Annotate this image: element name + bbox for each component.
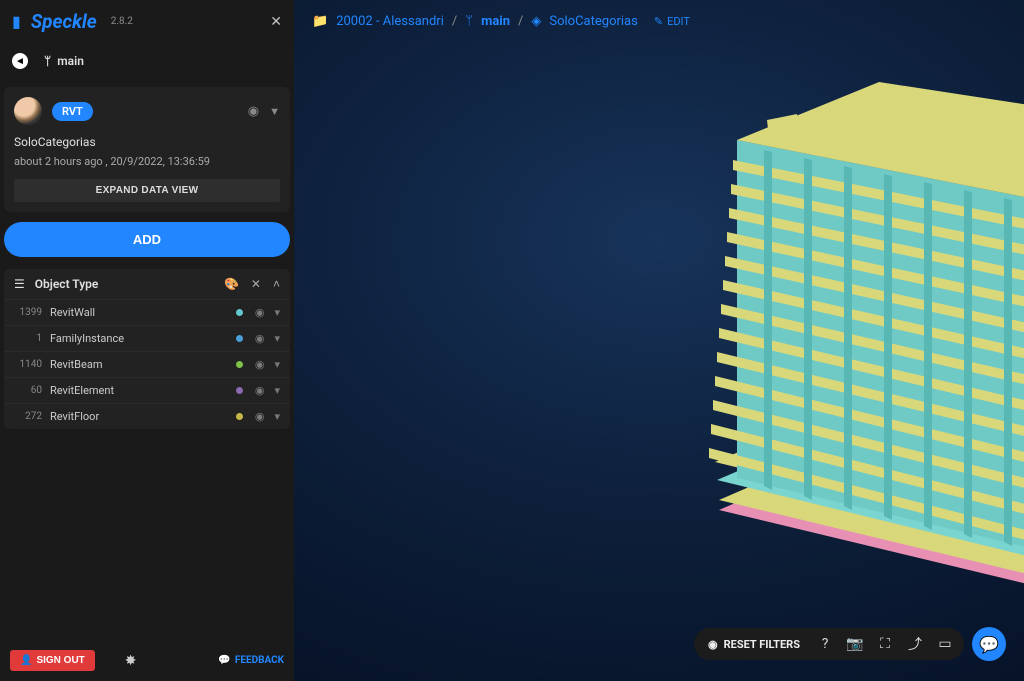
- reset-filters-button[interactable]: ◉ RESET FILTERS: [702, 636, 806, 653]
- commit-head: RVT ◉ ▼: [14, 97, 280, 125]
- color-dot: [236, 335, 243, 342]
- add-button[interactable]: ADD: [4, 222, 290, 257]
- type-count: 272: [14, 411, 42, 422]
- color-dot: [236, 387, 243, 394]
- breadcrumb-project[interactable]: 20002 - Alessandri: [336, 14, 444, 29]
- type-count: 1: [14, 333, 42, 344]
- eye-icon[interactable]: ◉: [255, 384, 265, 397]
- type-count: 1399: [14, 307, 42, 318]
- type-row[interactable]: 272 RevitFloor ◉ ▾: [4, 403, 290, 429]
- branch-name: main: [57, 54, 84, 68]
- color-dot: [236, 309, 243, 316]
- edit-link[interactable]: ✎ EDIT: [654, 15, 690, 28]
- chevron-up-icon[interactable]: ˄: [273, 277, 280, 291]
- sidebar-header: ▮ Speckle 2.8.2 ✕: [0, 0, 294, 43]
- share-icon[interactable]: ⤴: [904, 634, 926, 654]
- avatar[interactable]: [14, 97, 42, 125]
- type-count: 1140: [14, 359, 42, 370]
- help-icon[interactable]: ?: [814, 636, 836, 652]
- source-chip[interactable]: RVT: [52, 102, 93, 121]
- branch-fork-icon: ᛘ: [44, 54, 51, 68]
- breadcrumb-sep: /: [452, 14, 457, 29]
- filter-icon[interactable]: ▾: [274, 358, 280, 371]
- chat-icon: 💬: [218, 655, 230, 666]
- color-dot: [236, 361, 243, 368]
- filter-icon[interactable]: ▾: [274, 410, 280, 423]
- filter-list-icon[interactable]: ☰: [14, 277, 25, 291]
- pencil-icon: ✎: [654, 15, 663, 28]
- signout-button[interactable]: 👤 SIGN OUT: [10, 650, 95, 671]
- viewport-toolbar: ◉ RESET FILTERS ? 📷 ⛶ ⤴ ▭ 💬: [694, 627, 1006, 661]
- filter-icon[interactable]: ▾: [274, 306, 280, 319]
- box-icon[interactable]: ▭: [934, 636, 956, 652]
- filter-title: Object Type: [35, 277, 99, 291]
- feedback-link[interactable]: 💬 FEEDBACK: [218, 655, 284, 666]
- breadcrumb-sep: /: [518, 14, 523, 29]
- type-row[interactable]: 60 RevitElement ◉ ▾: [4, 377, 290, 403]
- commit-icon: ◈: [531, 14, 541, 29]
- filter-icon[interactable]: ▾: [274, 332, 280, 345]
- filter-panel: ☰ Object Type 🎨 ✕ ˄ 1399 RevitWall ◉ ▾ 1 Fami…: [4, 269, 290, 429]
- viewport[interactable]: 📁 20002 - Alessandri / ᛘ main / ◈ SoloCa…: [294, 0, 1024, 681]
- toolbar-pill: ◉ RESET FILTERS ? 📷 ⛶ ⤴ ▭: [694, 628, 964, 660]
- cube-icon: ▮: [12, 12, 21, 31]
- color-dot: [236, 413, 243, 420]
- branch-label[interactable]: ᛘ main: [44, 54, 84, 68]
- model-3d[interactable]: [649, 80, 1024, 620]
- back-icon[interactable]: ◄: [12, 53, 28, 69]
- logo-text: Speckle: [31, 10, 97, 33]
- eye-icon[interactable]: ◉: [255, 306, 265, 319]
- breadcrumb: 📁 20002 - Alessandri / ᛘ main / ◈ SoloCa…: [294, 0, 1024, 43]
- type-name: RevitWall: [50, 306, 228, 319]
- edit-label: EDIT: [667, 15, 690, 28]
- sidebar: ▮ Speckle 2.8.2 ✕ ◄ ᛘ main RVT ◉ ▼ SoloC…: [0, 0, 294, 681]
- sidebar-bottom: 👤 SIGN OUT ✸ 💬 FEEDBACK: [0, 642, 294, 681]
- type-name: RevitFloor: [50, 410, 228, 423]
- filter-icon[interactable]: ▾: [274, 384, 280, 397]
- version-label: 2.8.2: [111, 16, 133, 27]
- reset-label: RESET FILTERS: [724, 638, 800, 651]
- type-count: 60: [14, 385, 42, 396]
- type-row[interactable]: 1140 RevitBeam ◉ ▾: [4, 351, 290, 377]
- signout-label: SIGN OUT: [36, 655, 84, 666]
- type-row[interactable]: 1399 RevitWall ◉ ▾: [4, 299, 290, 325]
- eye-icon[interactable]: ◉: [255, 410, 265, 423]
- camera-icon[interactable]: 📷: [844, 636, 866, 652]
- commit-timestamp: about 2 hours ago , 20/9/2022, 13:36:59: [14, 155, 280, 168]
- theme-icon[interactable]: ✸: [125, 653, 137, 669]
- type-row[interactable]: 1 FamilyInstance ◉ ▾: [4, 325, 290, 351]
- visibility-icon[interactable]: ◉: [248, 104, 259, 119]
- comment-fab[interactable]: 💬: [972, 627, 1006, 661]
- expand-data-button[interactable]: EXPAND DATA VIEW: [14, 179, 280, 202]
- type-name: RevitBeam: [50, 358, 228, 371]
- folder-icon: 📁: [312, 14, 328, 29]
- type-name: FamilyInstance: [50, 332, 228, 345]
- person-icon: 👤: [20, 655, 32, 666]
- type-name: RevitElement: [50, 384, 228, 397]
- filter-header: ☰ Object Type 🎨 ✕ ˄: [4, 269, 290, 299]
- feedback-label: FEEDBACK: [235, 655, 284, 666]
- close-filter-icon[interactable]: ✕: [251, 277, 261, 291]
- breadcrumb-branch[interactable]: main: [481, 14, 510, 29]
- palette-icon[interactable]: 🎨: [224, 277, 239, 291]
- breadcrumb-commit[interactable]: SoloCategorias: [549, 14, 637, 29]
- fullscreen-icon[interactable]: ⛶: [874, 636, 896, 652]
- branch-fork-icon: ᛘ: [465, 14, 473, 29]
- branch-row: ◄ ᛘ main: [0, 43, 294, 79]
- filter-icon[interactable]: ▼: [269, 105, 280, 118]
- eye-icon: ◉: [708, 638, 718, 651]
- commit-title: SoloCategorias: [14, 135, 280, 149]
- eye-icon[interactable]: ◉: [255, 332, 265, 345]
- commit-card: RVT ◉ ▼ SoloCategorias about 2 hours ago…: [4, 87, 290, 212]
- eye-icon[interactable]: ◉: [255, 358, 265, 371]
- close-icon[interactable]: ✕: [270, 14, 282, 30]
